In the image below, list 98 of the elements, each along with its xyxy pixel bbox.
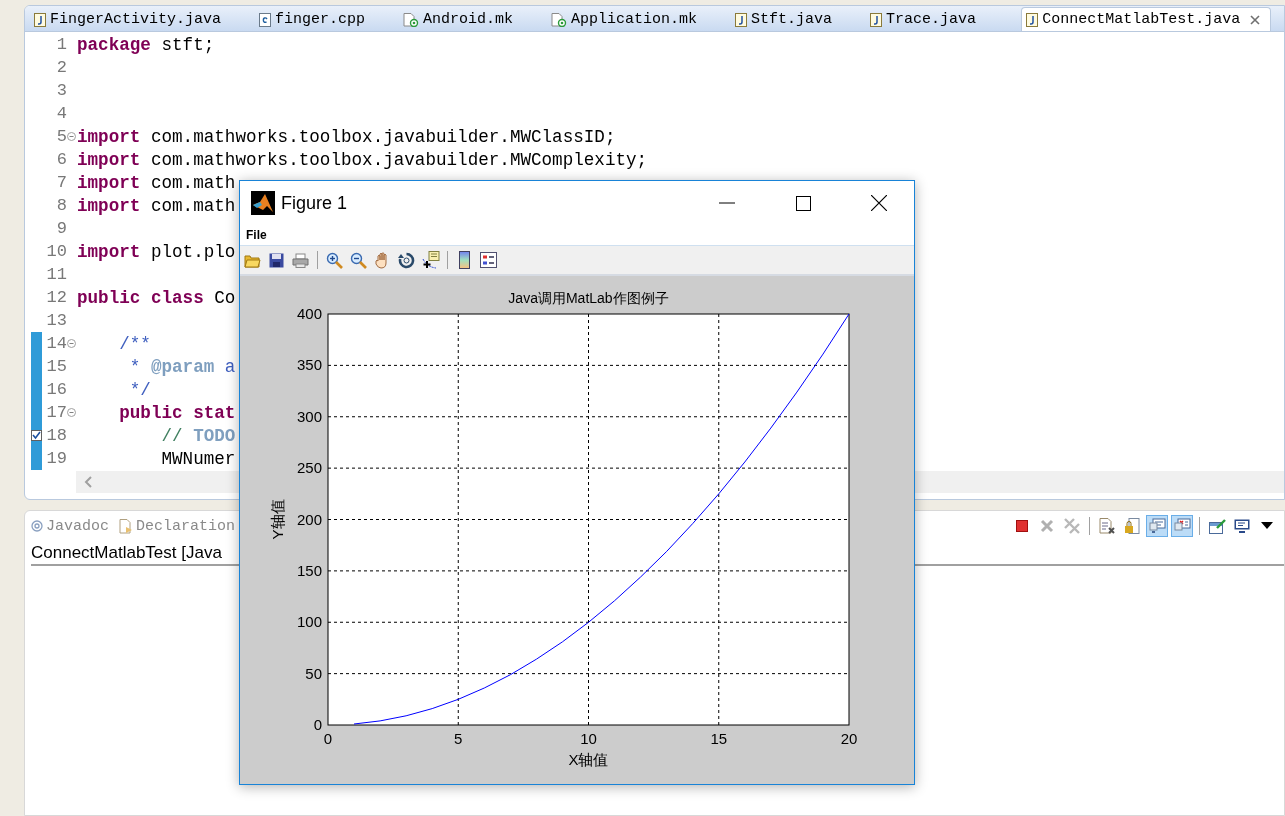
- tick-label: 15: [710, 730, 728, 747]
- tick-label: 10: [580, 730, 597, 747]
- line-number: 8: [56, 196, 67, 215]
- line-number: 14: [46, 334, 67, 353]
- view-menu-icon: [1261, 522, 1273, 530]
- tick-label: 50: [305, 664, 322, 682]
- close-icon: [871, 195, 887, 211]
- zoom-in-icon: [326, 251, 343, 269]
- fold-icon[interactable]: [67, 408, 76, 417]
- line-number: 15: [46, 357, 67, 376]
- line-number: 13: [46, 311, 67, 330]
- line-number: 18: [46, 426, 67, 445]
- tick-label: 250: [296, 459, 322, 477]
- line-number: 5: [56, 127, 67, 146]
- tick-label: 150: [296, 561, 322, 579]
- tick-label: 0: [323, 730, 333, 747]
- editor-tab[interactable]: finger.cpp: [254, 7, 377, 31]
- close-icon[interactable]: [1250, 14, 1261, 25]
- line-number: 6: [56, 150, 67, 169]
- minimize-icon: [719, 202, 735, 204]
- makefile-icon: [403, 12, 420, 27]
- tick-label: 350: [296, 356, 322, 374]
- document-icon: [1099, 518, 1115, 534]
- tick-label: 0: [313, 716, 322, 733]
- legend-icon: [480, 252, 497, 269]
- editor-tab[interactable]: Application.mk: [546, 7, 709, 31]
- tick-label: 20: [840, 730, 858, 747]
- zoom-out-icon: [350, 251, 367, 269]
- rotate-icon: [398, 251, 415, 269]
- view-tab[interactable]: Declaration: [119, 517, 236, 535]
- tick-label: 400: [296, 305, 322, 322]
- monitor-icon: [1234, 518, 1250, 534]
- remove-all-icon: [1064, 518, 1080, 534]
- colorbar-icon: [459, 251, 470, 270]
- line-number: 7: [56, 173, 67, 192]
- line-number: 19: [46, 449, 67, 468]
- tick-label: 5: [454, 730, 463, 747]
- open-folder-icon: [244, 252, 261, 268]
- c-file-icon: [259, 12, 272, 27]
- y-axis-label: Y轴值: [269, 499, 286, 540]
- editor-tab[interactable]: Trace.java: [865, 7, 988, 31]
- tick-label: 300: [296, 407, 322, 425]
- code-line: public stat: [118, 402, 236, 423]
- x-axis-label: X轴值: [568, 751, 609, 768]
- code-line: import com.mathworks.toolbox.javabuilder.MWComplexity;: [77, 149, 648, 170]
- code-line: import com.math: [77, 195, 236, 216]
- java-file-icon: [735, 12, 748, 27]
- line-number: 9: [56, 219, 67, 238]
- code-line: public class Co: [77, 287, 236, 308]
- fold-icon[interactable]: [67, 132, 76, 141]
- console-error-icon: [1173, 518, 1191, 534]
- save-icon: [269, 252, 284, 268]
- printer-icon: [292, 252, 309, 268]
- new-console-icon: [1208, 518, 1226, 534]
- console-pin-icon: [1148, 518, 1166, 534]
- code-line: import com.mathworks.toolbox.javabuilder.MWClassID;: [77, 126, 616, 147]
- java-file-icon: [34, 12, 46, 27]
- code-line: * @param a: [128, 356, 236, 377]
- stop-icon: [1016, 520, 1028, 532]
- app-logo-icon: [251, 191, 275, 215]
- scroll-left-icon[interactable]: [84, 476, 92, 488]
- code-line: package stft;: [77, 34, 215, 55]
- window-title: Figure 1: [281, 192, 349, 214]
- line-number: 11: [46, 265, 67, 284]
- code-line: import plot.plo: [77, 241, 236, 262]
- java-file-icon: [870, 12, 883, 27]
- line-number: 4: [56, 104, 67, 123]
- java-file-icon: [1026, 12, 1039, 27]
- line-number: 3: [56, 81, 67, 100]
- maximize-icon: [795, 195, 811, 211]
- data-cursor-icon: [421, 251, 440, 270]
- scroll-lock-icon: [1124, 518, 1140, 534]
- fold-icon[interactable]: [67, 339, 76, 348]
- code-line: */: [128, 379, 151, 400]
- makefile-icon: [551, 12, 568, 27]
- tick-label: 100: [296, 613, 322, 631]
- line-number: 16: [46, 380, 67, 399]
- line-number: 17: [46, 403, 67, 422]
- editor-tab[interactable]: FingerActivity.java: [29, 7, 233, 31]
- line-number: 12: [46, 288, 67, 307]
- toolbar-button[interactable]: [420, 249, 441, 272]
- view-tab[interactable]: Javadoc: [31, 517, 109, 535]
- menu-item[interactable]: File: [246, 228, 267, 243]
- declaration-icon: [119, 518, 133, 534]
- editor-tab[interactable]: Stft.java: [730, 7, 844, 31]
- editor-tab[interactable]: ConnectMatlabTest.java: [1021, 7, 1272, 31]
- remove-icon: [1040, 519, 1054, 533]
- editor-tab[interactable]: Android.mk: [398, 7, 525, 31]
- code-line: /**: [118, 333, 151, 354]
- console-title: ConnectMatlabTest [Java: [31, 542, 222, 563]
- code-line: MWNumer: [160, 448, 236, 469]
- code-line: import com.math: [77, 172, 236, 193]
- line-number: 2: [56, 58, 67, 77]
- line-number: 1: [56, 35, 67, 54]
- line-number: 10: [46, 242, 67, 261]
- chart-title: Java调用MatLab作图例子: [508, 290, 669, 306]
- code-line: // TODO: [160, 425, 236, 446]
- tick-label: 200: [296, 510, 322, 528]
